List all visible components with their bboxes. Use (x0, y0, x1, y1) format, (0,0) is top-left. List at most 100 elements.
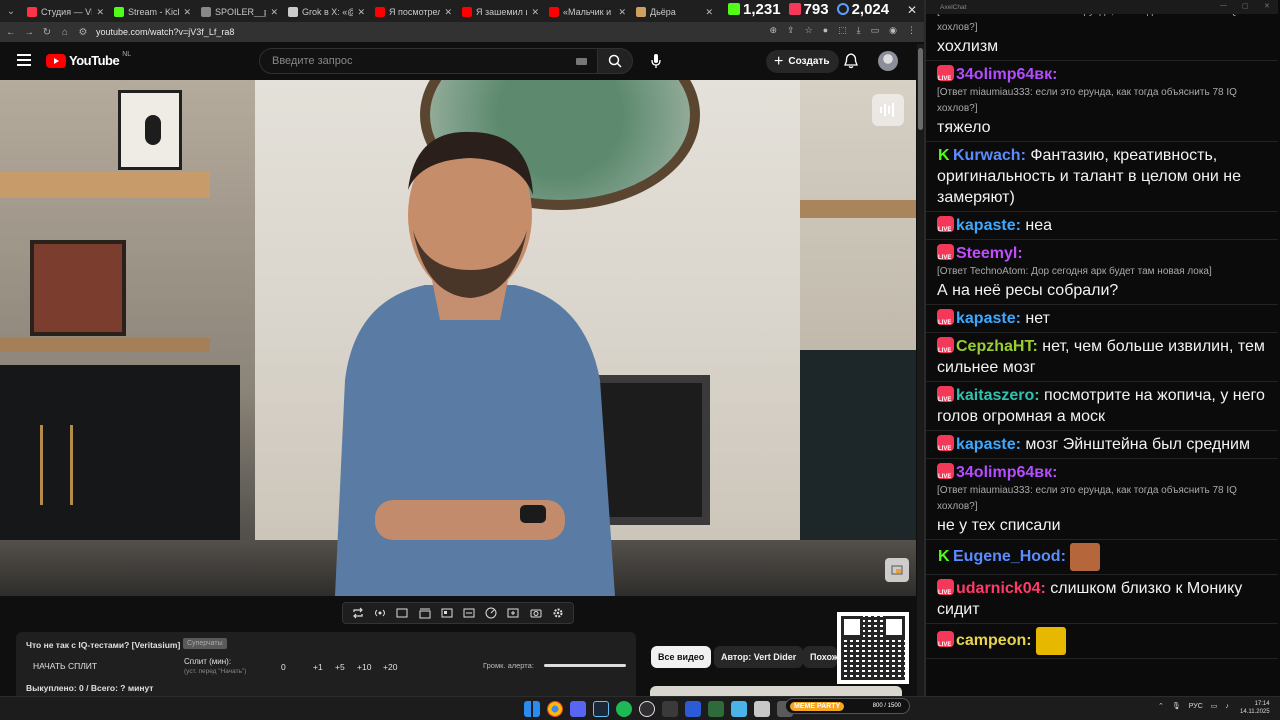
download-icon[interactable]: ⤓ (857, 25, 861, 36)
add-clip-icon[interactable] (506, 606, 520, 620)
create-button[interactable]: + Создать (766, 50, 840, 73)
sidepanel-icon[interactable]: ▭ (871, 25, 880, 36)
tab-close-icon[interactable]: ✕ (531, 7, 539, 18)
gamepad-icon[interactable] (662, 701, 678, 717)
chat-username[interactable]: kaitaszero: (956, 387, 1040, 404)
chip-related[interactable]: Похожие (803, 646, 837, 668)
share-icon[interactable]: ⇪ (787, 25, 795, 36)
chat-username[interactable]: udarnick04: (956, 580, 1046, 597)
tab-close-icon[interactable]: ✕ (444, 7, 452, 18)
zoom-icon[interactable]: ⊕ (770, 25, 778, 36)
site-info-icon[interactable]: ⚙ (78, 27, 88, 38)
keyboard-icon[interactable] (576, 58, 587, 65)
cast-icon[interactable] (395, 606, 409, 620)
scrollbar-thumb[interactable] (918, 48, 923, 130)
home-icon[interactable]: ⌂ (60, 27, 70, 38)
miniplayer-icon[interactable] (885, 558, 909, 582)
network-icon[interactable]: ▭ (1211, 702, 1218, 710)
browser-tab[interactable]: Grok в X: «@y_a_c ✕ (283, 3, 370, 21)
screenshot-camera-icon[interactable] (529, 606, 543, 620)
language-indicator[interactable]: РУС (1189, 703, 1203, 710)
add-5-button[interactable]: +5 (335, 662, 345, 672)
subtitles-icon[interactable] (462, 606, 476, 620)
speed-gauge-icon[interactable] (484, 606, 498, 620)
obs-icon[interactable] (639, 701, 655, 717)
chat-username[interactable]: 34olimp64вк: (956, 66, 1057, 83)
media-player-icon[interactable] (685, 701, 701, 717)
terminal-icon[interactable] (708, 701, 724, 717)
url-field[interactable]: youtube.com/watch?v=jV3f_Lf_ra8 (96, 27, 234, 37)
discord-icon[interactable] (570, 701, 586, 717)
chat-username[interactable]: kapaste: (956, 217, 1021, 234)
extensions-menu-icon[interactable]: ⬚ (838, 25, 847, 36)
chat-username[interactable]: Eugene_Hood: (953, 548, 1066, 565)
settings-gear-icon[interactable] (551, 606, 565, 620)
alert-volume-slider[interactable] (544, 664, 626, 667)
forward-icon[interactable]: → (24, 27, 34, 38)
tracker-badge[interactable]: Суперчаты (183, 638, 227, 649)
account-avatar[interactable] (878, 51, 898, 71)
clapper-icon[interactable] (418, 606, 432, 620)
add-20-button[interactable]: +20 (383, 662, 397, 672)
volume-icon[interactable]: ♪ (1225, 703, 1229, 710)
microphone-tray-icon[interactable]: 🎙 (1172, 702, 1181, 710)
chat-scroll-area[interactable]: kaitaszero: [Ответ miaumiau333: если это … (926, 0, 1278, 696)
youtube-logo[interactable]: YouTube NL (46, 51, 131, 68)
chat-username[interactable]: 34olimp64вк: (956, 464, 1057, 481)
browser-tab[interactable]: Я посмотрел все и✕ (370, 3, 457, 21)
profile-icon[interactable]: ◉ (889, 25, 897, 36)
screen-icon[interactable] (440, 606, 454, 620)
chat-username[interactable]: Kurwach: (953, 147, 1026, 164)
chrome-icon[interactable] (547, 701, 563, 717)
audio-visualizer-icon[interactable] (872, 94, 904, 126)
browser-tab[interactable]: Дьё​ра ✕ (631, 3, 718, 21)
chat-username[interactable]: kapaste: (956, 436, 1021, 453)
tray-expand-icon[interactable]: ⌃ (1158, 702, 1164, 710)
browser-tab[interactable]: Stream - Kick Dashb ✕ (109, 3, 196, 21)
close-icon[interactable]: ✕ (1264, 2, 1270, 10)
search-input[interactable]: Введите запрос (259, 48, 598, 74)
add-10-button[interactable]: +10 (357, 662, 371, 672)
tab-close-icon[interactable]: ✕ (96, 7, 104, 18)
browser-menu-icon[interactable]: ⋮ (907, 25, 916, 36)
maximize-icon[interactable]: ▢ (1242, 2, 1249, 10)
chip-all-videos[interactable]: Все видео (651, 646, 712, 668)
reload-icon[interactable]: ↻ (42, 27, 52, 38)
chat-username[interactable]: campeon: (956, 632, 1032, 649)
browser-tab[interactable]: Я зашемил игры из ✕ (457, 3, 544, 21)
windows-start-icon[interactable] (524, 701, 540, 717)
tab-search-button[interactable]: ⌄ (0, 0, 22, 22)
tab-close-icon[interactable]: ✕ (357, 7, 365, 18)
video-thumbnail-peek[interactable] (650, 686, 902, 696)
notes-icon[interactable] (731, 701, 747, 717)
chat-username[interactable]: CepzhaHT: (956, 338, 1038, 355)
steam-icon[interactable] (593, 701, 609, 717)
tab-close-icon[interactable]: ✕ (270, 7, 278, 18)
loop-icon[interactable] (351, 606, 365, 620)
tab-close-icon[interactable]: ✕ (705, 7, 713, 18)
app-icon[interactable] (754, 701, 770, 717)
voice-search-button[interactable] (643, 48, 669, 74)
system-clock[interactable]: 17:14 14.11.2025 (1240, 700, 1270, 716)
tab-close-icon[interactable]: ✕ (618, 7, 626, 18)
notifications-bell-icon[interactable] (843, 53, 859, 69)
hamburger-menu-icon[interactable] (17, 54, 31, 66)
split-value-field[interactable]: 0 (281, 662, 286, 672)
minimize-icon[interactable]: — (1220, 2, 1227, 9)
extension-icon[interactable]: ● (823, 25, 828, 36)
tab-close-icon[interactable]: ✕ (183, 7, 191, 18)
browser-tab[interactable]: Студия — VK Видео ✕ (22, 3, 109, 21)
back-icon[interactable]: ← (6, 27, 16, 38)
close-window-button[interactable]: ✕ (901, 0, 923, 20)
spotify-icon[interactable] (616, 701, 632, 717)
browser-tab[interactable]: «Мальчик и птица» ✕ (544, 3, 631, 21)
bookmark-icon[interactable]: ☆ (805, 25, 813, 36)
chip-author[interactable]: Автор: Vert Dider (714, 646, 804, 668)
add-1-button[interactable]: +1 (313, 662, 323, 672)
broadcast-icon[interactable] (373, 606, 387, 620)
page-scrollbar[interactable] (917, 44, 924, 696)
start-split-button[interactable]: НАЧАТЬ СПЛИТ (33, 661, 97, 671)
video-player[interactable] (0, 80, 916, 596)
chat-username[interactable]: Steemyl: (956, 245, 1023, 262)
chat-username[interactable]: kapaste: (956, 310, 1021, 327)
